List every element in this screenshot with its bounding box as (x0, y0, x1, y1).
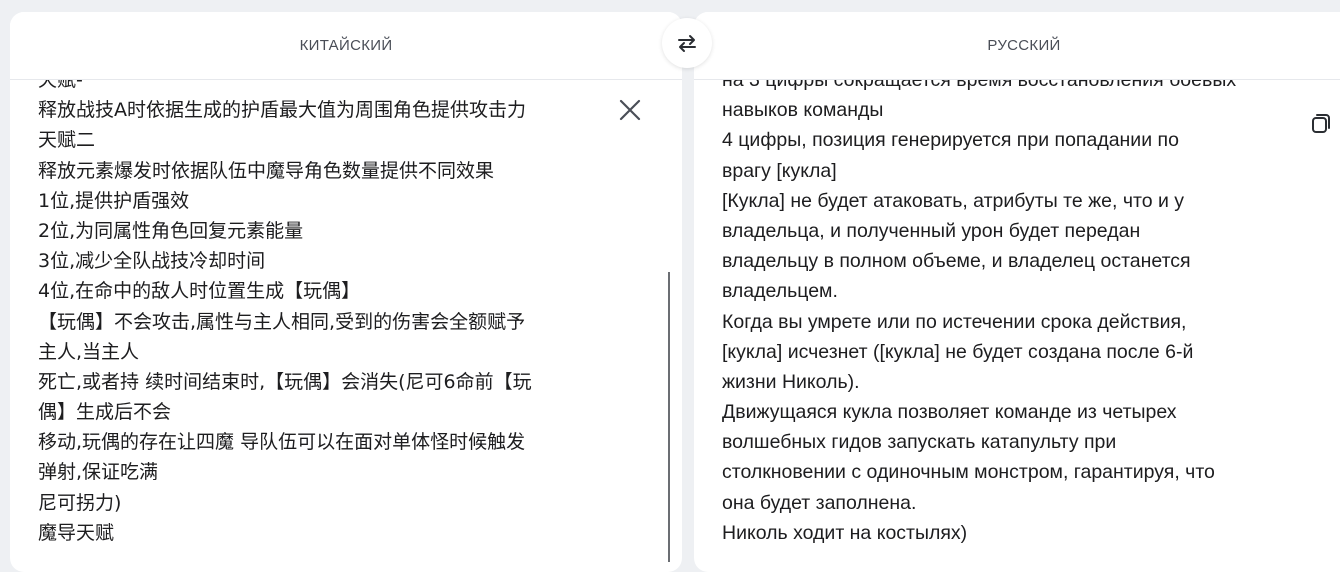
text-line: столкновении с одиночным монстром, гаран… (722, 461, 1215, 484)
text-line: владельца, и полученный урон будет перед… (722, 219, 1141, 242)
text-line: 偶】生成后不会 (38, 401, 172, 424)
text-line: волшебных гидов запускать катапульту при (722, 431, 1117, 454)
text-line: 【玩偶】不会攻击,属性与主人相同,受到的伤害会全额赋予 (38, 310, 526, 333)
target-language-selector[interactable]: РУССКИЙ (987, 37, 1060, 54)
target-panel-header: РУССКИЙ (694, 12, 1340, 80)
text-line: врагу [кукла] (722, 159, 837, 182)
swap-languages-button[interactable] (662, 18, 712, 68)
close-icon (619, 99, 641, 121)
clear-button[interactable] (616, 96, 644, 124)
text-line: 天赋二 (38, 129, 96, 152)
text-line: владельцу в полном объеме, и владелец ос… (722, 250, 1191, 273)
text-line: 1位,提供护盾强效 (38, 189, 190, 212)
text-line: Движущаяся кукла позволяет команде из че… (722, 401, 1177, 424)
text-line: [Кукла] не будет атаковать, атрибуты те … (722, 189, 1185, 212)
text-line: 4位,在命中的敌人时位置生成【玩偶】 (38, 280, 361, 303)
target-panel: РУССКИЙ на 3 цифры сокращается время вос… (694, 12, 1340, 572)
text-line: жизни Николь). (722, 370, 860, 393)
source-scrollbar[interactable] (668, 272, 670, 562)
text-line: Когда вы умрете или по истечении срока д… (722, 310, 1187, 333)
text-line: 弹射,保证吃满 (38, 461, 159, 484)
text-line: 移动,玩偶的存在让四魔 导队伍可以在面对单体怪时候触发 (38, 431, 526, 454)
text-line: 尼可拐力) (38, 491, 122, 514)
translation-output: на 3 цифры сокращается время восстановле… (722, 65, 1340, 548)
source-panel: КИТАЙСКИЙ 天赋- 释放战技A时依据生成的护盾最大值为周围角色提供攻击力天… (10, 12, 682, 572)
source-text-input[interactable]: 天赋- 释放战技A时依据生成的护盾最大值为周围角色提供攻击力 天赋二 释放元素爆发时依… (38, 65, 682, 548)
text-line: 魔导天赋 (38, 521, 115, 544)
text-line: 3位,减少全队战技冷却时间 (38, 250, 266, 273)
text-line: 释放战技A时依据生成的护盾最大值为周围角色提供攻击力 (38, 99, 526, 122)
copy-icon (1312, 114, 1330, 133)
text-line: [кукла] исчезнет ([кукла] не будет созда… (722, 340, 1194, 363)
text-line: владельцем. (722, 280, 838, 303)
swap-arrows-icon (678, 35, 696, 52)
copy-button[interactable] (1308, 110, 1334, 136)
text-line: 2位,为同属性角色回复元素能量 (38, 219, 304, 242)
source-panel-header: КИТАЙСКИЙ (10, 12, 682, 80)
text-line: Николь ходит на костылях) (722, 521, 968, 544)
text-line: навыков команды (722, 99, 884, 122)
text-line: 4 цифры, позиция генерируется при попада… (722, 129, 1179, 152)
text-line: 死亡,或者持 续时间结束时,【玩偶】会消失(尼可6命前【玩 (38, 370, 532, 393)
text-line: 主人,当主人 (38, 340, 140, 363)
text-line: она будет заполнена. (722, 491, 917, 514)
text-line: 释放元素爆发时依据队伍中魔导角色数量提供不同效果 (38, 159, 495, 182)
source-language-selector[interactable]: КИТАЙСКИЙ (300, 37, 393, 54)
